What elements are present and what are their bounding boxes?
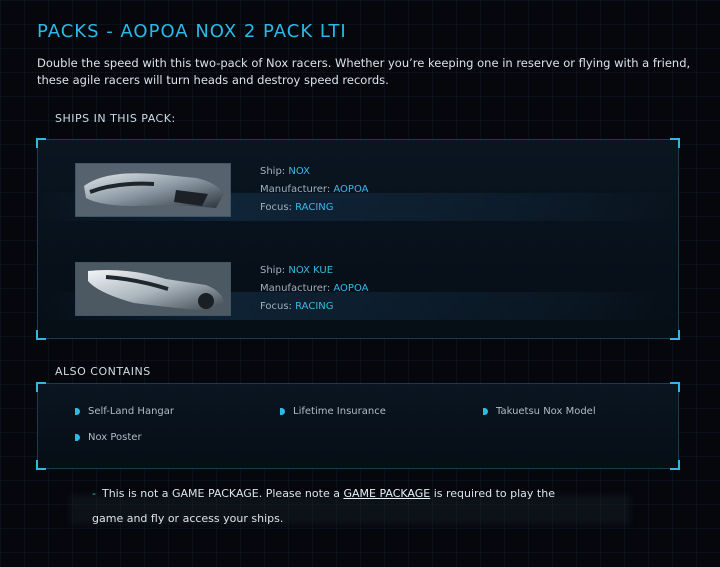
ship-focus-line: Focus: RACING <box>260 301 334 312</box>
panel-corner <box>670 138 680 148</box>
panel-corner <box>670 460 680 470</box>
contains-item: Lifetime Insurance <box>280 406 386 417</box>
game-package-link[interactable]: GAME PACKAGE <box>343 487 430 500</box>
ship-info-nox-kue: Ship: NOX KUE Manufacturer: AOPOA Focus:… <box>260 262 368 316</box>
bullet-icon <box>75 407 80 415</box>
ship-manufacturer-line: Manufacturer: AOPOA <box>260 283 369 294</box>
contains-item: Self-Land Hangar <box>75 406 174 417</box>
contains-item: Nox Poster <box>75 432 142 443</box>
pack-description: Double the speed with this two-pack of N… <box>37 56 691 87</box>
ship-nox-kue-icon <box>76 263 230 315</box>
panel-corner <box>36 382 46 392</box>
ship-focus-line: Focus: RACING <box>260 202 334 213</box>
bullet-icon <box>75 433 80 441</box>
bullet-icon <box>483 407 488 415</box>
ship-manufacturer-line: Manufacturer: AOPOA <box>260 184 369 195</box>
ship-info-nox: Ship: NOX Manufacturer: AOPOA Focus: RAC… <box>260 163 368 217</box>
ship-image-nox[interactable] <box>75 163 231 217</box>
ships-section-label: SHIPS IN THIS PACK: <box>55 112 176 125</box>
contains-section-label: ALSO CONTAINS <box>55 365 151 378</box>
contains-item: Takuetsu Nox Model <box>483 406 596 417</box>
ship-name-line: Ship: NOX KUE <box>260 265 334 276</box>
contains-panel: Self-Land Hangar Lifetime Insurance Taku… <box>36 382 680 470</box>
ship-card-nox[interactable]: Ship: NOX Manufacturer: AOPOA Focus: RAC… <box>38 163 678 233</box>
ship-image-nox-kue[interactable] <box>75 262 231 316</box>
ship-name-line: Ship: NOX <box>260 166 310 177</box>
panel-corner <box>36 138 46 148</box>
bullet-icon <box>280 407 285 415</box>
note-text-before: This is not a GAME PACKAGE. Please note … <box>101 487 344 500</box>
page-title: PACKS - AOPOA NOX 2 PACK LTI <box>37 21 347 42</box>
ship-nox-icon <box>76 164 230 216</box>
game-package-note: - This is not a GAME PACKAGE. Please note… <box>92 481 572 531</box>
panel-corner <box>670 382 680 392</box>
note-dash: - <box>92 487 96 500</box>
ship-card-nox-kue[interactable]: Ship: NOX KUE Manufacturer: AOPOA Focus:… <box>38 262 678 332</box>
ships-panel: Ship: NOX Manufacturer: AOPOA Focus: RAC… <box>36 138 680 340</box>
panel-corner <box>36 460 46 470</box>
